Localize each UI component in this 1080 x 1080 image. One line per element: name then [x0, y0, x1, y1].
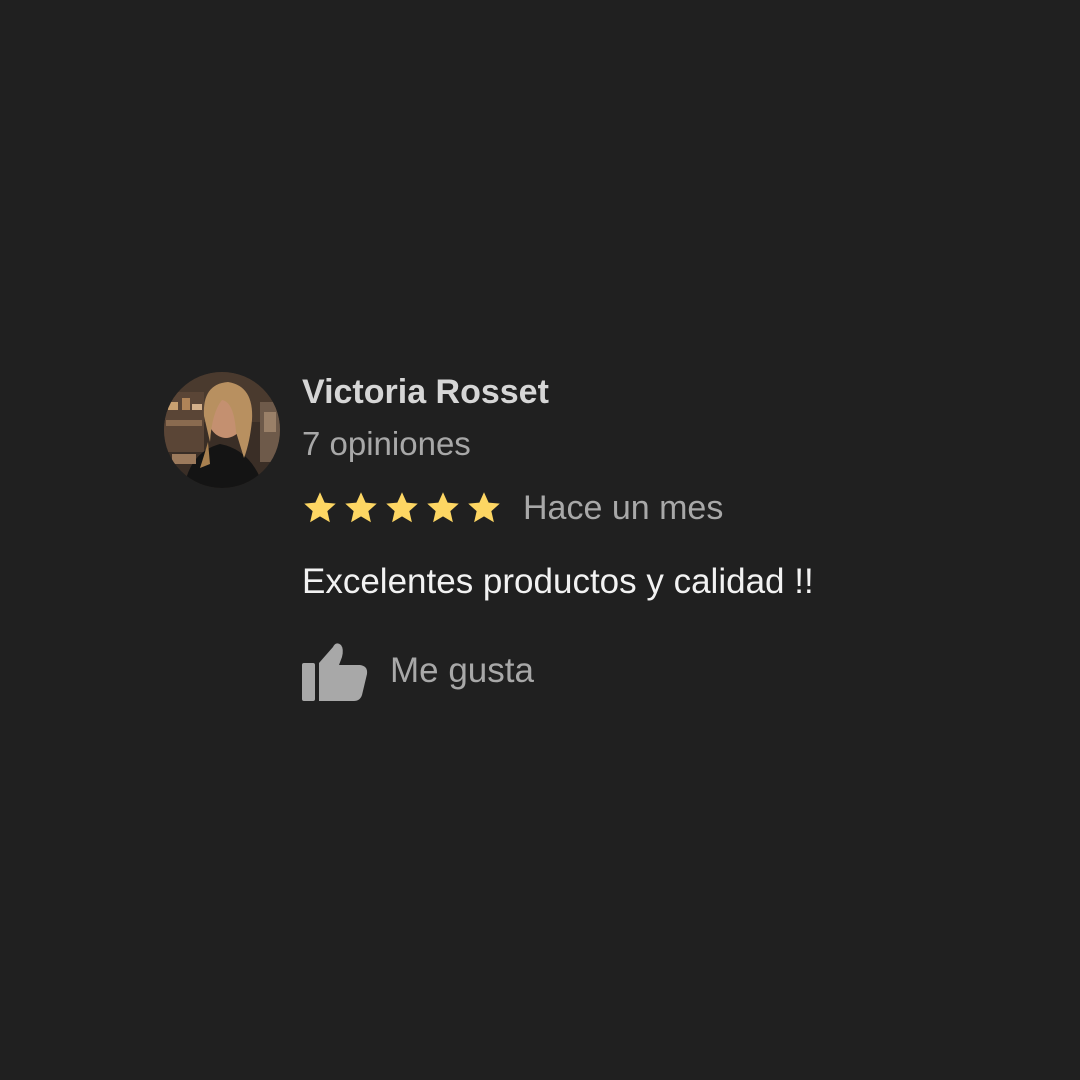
rating-row: Hace un mes [302, 486, 723, 530]
like-label: Me gusta [390, 651, 534, 690]
review-text: Excelentes productos y calidad !! [302, 562, 814, 601]
review-time: Hace un mes [523, 489, 724, 527]
thumbs-up-icon[interactable] [302, 641, 368, 701]
star-icon [302, 490, 338, 526]
star-icon [384, 490, 420, 526]
avatar[interactable] [164, 372, 280, 488]
review-card: Victoria Rosset 7 opiniones Hace un mes … [164, 372, 924, 712]
author-name[interactable]: Victoria Rosset [302, 372, 549, 412]
like-button[interactable]: Me gusta [302, 638, 534, 704]
review-count: 7 opiniones [302, 425, 471, 462]
star-rating [302, 490, 507, 526]
star-icon [343, 490, 379, 526]
star-icon [425, 490, 461, 526]
star-icon [466, 490, 502, 526]
